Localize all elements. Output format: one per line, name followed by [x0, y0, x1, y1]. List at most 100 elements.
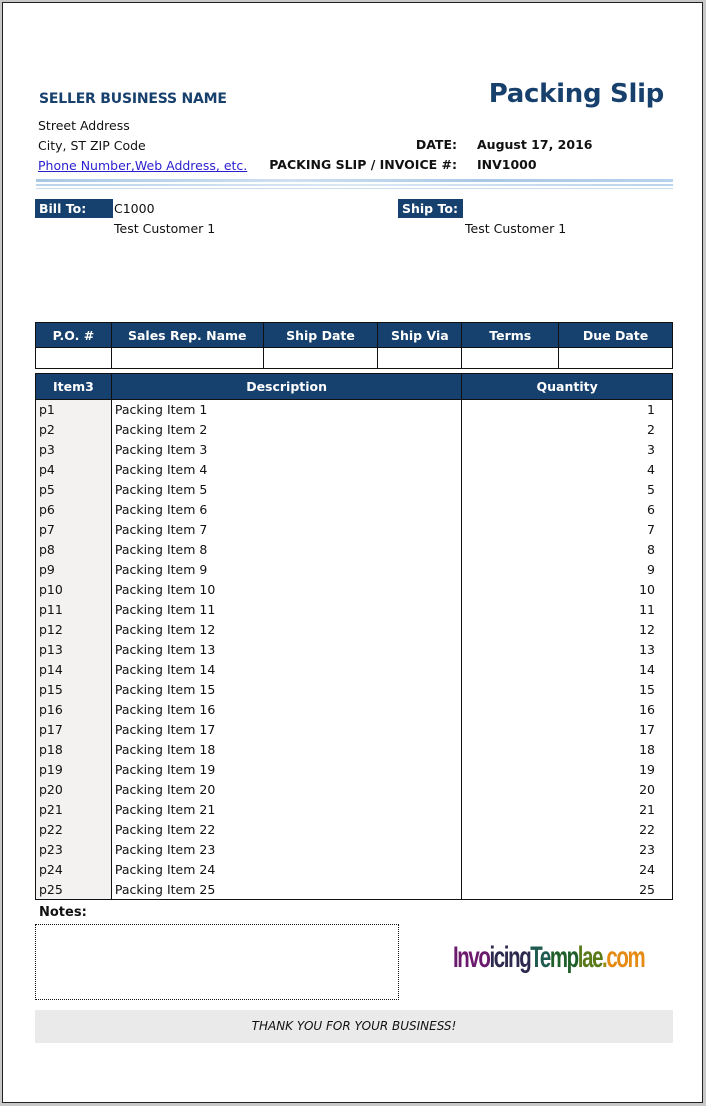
- item-description-cell: Packing Item 25: [110, 879, 463, 900]
- item-code-cell: p16: [35, 699, 112, 720]
- item-quantity-cell: 17: [461, 719, 673, 740]
- contact-link[interactable]: Phone Number,Web Address, etc.: [38, 158, 247, 173]
- bill-to-customer-id: C1000: [114, 201, 155, 216]
- item-description-cell: Packing Item 17: [110, 719, 463, 740]
- item-row: p24 Packing Item 24 24: [35, 859, 673, 880]
- item-quantity-cell: 24: [461, 859, 673, 880]
- ship-to-customer-name: Test Customer 1: [465, 221, 567, 236]
- item-code-cell: p2: [35, 419, 112, 440]
- sales-rep-cell[interactable]: [110, 347, 264, 369]
- item-description-cell: Packing Item 1: [110, 399, 463, 420]
- item-code-cell: p6: [35, 499, 112, 520]
- street-address: Street Address: [38, 118, 130, 133]
- terms-header: Terms: [461, 322, 560, 348]
- item-quantity-cell: 23: [461, 839, 673, 860]
- items-table: Item3 Description Quantity p1 Packing Ite…: [35, 373, 673, 900]
- logo-text-segment: icing: [489, 941, 531, 974]
- item-description-cell: Packing Item 16: [110, 699, 463, 720]
- header-divider: [36, 188, 673, 189]
- item-row: p25 Packing Item 25 25: [35, 879, 673, 900]
- ship-date-header: Ship Date: [262, 322, 379, 348]
- date-value: August 17, 2016: [477, 137, 593, 152]
- item-code-cell: p8: [35, 539, 112, 560]
- item-row: p18 Packing Item 18 18: [35, 739, 673, 760]
- item-description-cell: Packing Item 7: [110, 519, 463, 540]
- item-quantity-cell: 7: [461, 519, 673, 540]
- item-description-cell: Packing Item 4: [110, 459, 463, 480]
- item-description-cell: Packing Item 15: [110, 679, 463, 700]
- item-code-cell: p10: [35, 579, 112, 600]
- item-code-cell: p21: [35, 799, 112, 820]
- due-date-cell[interactable]: [558, 347, 673, 369]
- city-state-zip: City, ST ZIP Code: [38, 138, 146, 153]
- item-description-cell: Packing Item 9: [110, 559, 463, 580]
- notes-box[interactable]: [35, 924, 399, 1000]
- description-header: Description: [110, 373, 463, 400]
- item-row: p13 Packing Item 13 13: [35, 639, 673, 660]
- item-row: p16 Packing Item 16 16: [35, 699, 673, 720]
- item-description-cell: Packing Item 6: [110, 499, 463, 520]
- item-quantity-cell: 22: [461, 819, 673, 840]
- item-description-cell: Packing Item 22: [110, 819, 463, 840]
- invoice-number-label: PACKING SLIP / INVOICE #:: [269, 157, 457, 172]
- item-code-cell: p3: [35, 439, 112, 460]
- packing-slip-page: SELLER BUSINESS NAME Packing Slip Street…: [2, 2, 703, 1103]
- logo-text-segment: com: [606, 941, 645, 974]
- item-code-cell: p5: [35, 479, 112, 500]
- item-quantity-cell: 11: [461, 599, 673, 620]
- item-code-cell: p9: [35, 559, 112, 580]
- item-row: p23 Packing Item 23 23: [35, 839, 673, 860]
- item-row: p11 Packing Item 11 11: [35, 599, 673, 620]
- item-code-cell: p18: [35, 739, 112, 760]
- item-description-cell: Packing Item 24: [110, 859, 463, 880]
- item-quantity-cell: 8: [461, 539, 673, 560]
- item-quantity-cell: 3: [461, 439, 673, 460]
- ship-via-cell[interactable]: [377, 347, 463, 369]
- po-number-cell[interactable]: [35, 347, 112, 369]
- item-description-cell: Packing Item 5: [110, 479, 463, 500]
- item-row: p17 Packing Item 17 17: [35, 719, 673, 740]
- item-code-cell: p14: [35, 659, 112, 680]
- item-row: p9 Packing Item 99: [35, 559, 673, 580]
- bill-to-customer-name: Test Customer 1: [114, 221, 216, 236]
- item-row: p4 Packing Item 44: [35, 459, 673, 480]
- item-quantity-cell: 13: [461, 639, 673, 660]
- item-code-cell: p17: [35, 719, 112, 740]
- item-row: p19 Packing Item 19 19: [35, 759, 673, 780]
- item-row: p5 Packing Item 55: [35, 479, 673, 500]
- po-number-header: P.O. #: [35, 322, 112, 348]
- quantity-header: Quantity: [461, 373, 673, 400]
- item-row: p10 Packing Item 10 10: [35, 579, 673, 600]
- item-quantity-cell: 2: [461, 419, 673, 440]
- item-row: p15 Packing Item 15 15: [35, 679, 673, 700]
- item-code-cell: p19: [35, 759, 112, 780]
- item-code-cell: p22: [35, 819, 112, 840]
- thank-you-footer: THANK YOU FOR YOUR BUSINESS!: [35, 1010, 673, 1043]
- item-row: p12 Packing Item 12 12: [35, 619, 673, 640]
- item-quantity-cell: 19: [461, 759, 673, 780]
- item-code-cell: p4: [35, 459, 112, 480]
- item-description-cell: Packing Item 19: [110, 759, 463, 780]
- item-code-cell: p7: [35, 519, 112, 540]
- item-row: p2 Packing Item 22: [35, 419, 673, 440]
- seller-business-name: SELLER BUSINESS NAME: [39, 91, 227, 107]
- item-description-cell: Packing Item 18: [110, 739, 463, 760]
- item-row: p14 Packing Item 14 14: [35, 659, 673, 680]
- date-label: DATE:: [415, 137, 457, 152]
- item-description-cell: Packing Item 12: [110, 619, 463, 640]
- item-description-cell: Packing Item 20: [110, 779, 463, 800]
- item-row: p7 Packing Item 77: [35, 519, 673, 540]
- item-description-cell: Packing Item 11: [110, 599, 463, 620]
- item-description-cell: Packing Item 3: [110, 439, 463, 460]
- due-date-header: Due Date: [558, 322, 673, 348]
- item-description-cell: Packing Item 8: [110, 539, 463, 560]
- header-divider: [36, 179, 673, 182]
- item-quantity-cell: 12: [461, 619, 673, 640]
- item-quantity-cell: 20: [461, 779, 673, 800]
- item-quantity-cell: 1: [461, 399, 673, 420]
- ship-date-cell[interactable]: [262, 347, 379, 369]
- item-code-cell: p15: [35, 679, 112, 700]
- item-code-cell: p11: [35, 599, 112, 620]
- ship-via-header: Ship Via: [377, 322, 463, 348]
- terms-cell[interactable]: [461, 347, 560, 369]
